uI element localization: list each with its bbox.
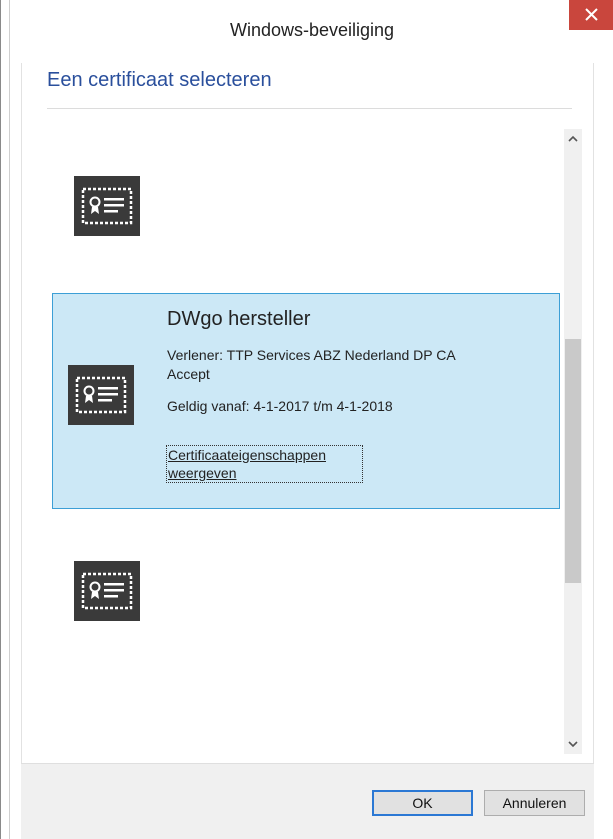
close-icon: [585, 8, 598, 21]
certificate-validity: Geldig vanaf: 4-1-2017 t/m 4-1-2018: [167, 398, 393, 414]
window-left-edge: [1, 0, 10, 839]
certificate-properties-link[interactable]: Certificaateigenschappen weergeven: [166, 445, 363, 483]
scroll-down-button[interactable]: [564, 734, 582, 754]
ok-button[interactable]: OK: [372, 790, 473, 816]
certificate-name: DWgo hersteller: [167, 308, 311, 330]
vertical-scrollbar[interactable]: [564, 129, 582, 754]
scroll-up-button[interactable]: [564, 129, 582, 149]
dialog-footer: OK Annuleren: [21, 763, 594, 839]
certificate-item[interactable]: [52, 513, 560, 693]
chevron-down-icon: [568, 741, 578, 748]
scroll-thumb[interactable]: [565, 339, 581, 583]
dialog-content: Een certificaat selecteren DWgo herstell…: [21, 63, 594, 763]
certificate-icon: [74, 176, 140, 236]
certificate-list[interactable]: DWgo hersteller Verlener: TTP Services A…: [22, 129, 593, 763]
certificate-item[interactable]: [52, 129, 560, 289]
cancel-button[interactable]: Annuleren: [484, 790, 585, 816]
title-bar[interactable]: Windows-beveiliging: [10, 0, 613, 63]
dialog-heading: Een certificaat selecteren: [47, 69, 272, 91]
chevron-up-icon: [568, 135, 578, 142]
dialog-window: Windows-beveiliging Een certificaat sele…: [0, 0, 613, 839]
certificate-issuer: Verlener: TTP Services ABZ Nederland DP …: [167, 347, 455, 382]
certificate-item-selected[interactable]: DWgo hersteller Verlener: TTP Services A…: [52, 293, 560, 509]
close-button[interactable]: [569, 0, 613, 30]
window-title: Windows-beveiliging: [229, 20, 395, 40]
certificate-item[interactable]: [52, 697, 560, 763]
certificate-icon: [74, 561, 140, 621]
certificate-icon: [68, 365, 134, 425]
heading-divider: [47, 108, 572, 109]
